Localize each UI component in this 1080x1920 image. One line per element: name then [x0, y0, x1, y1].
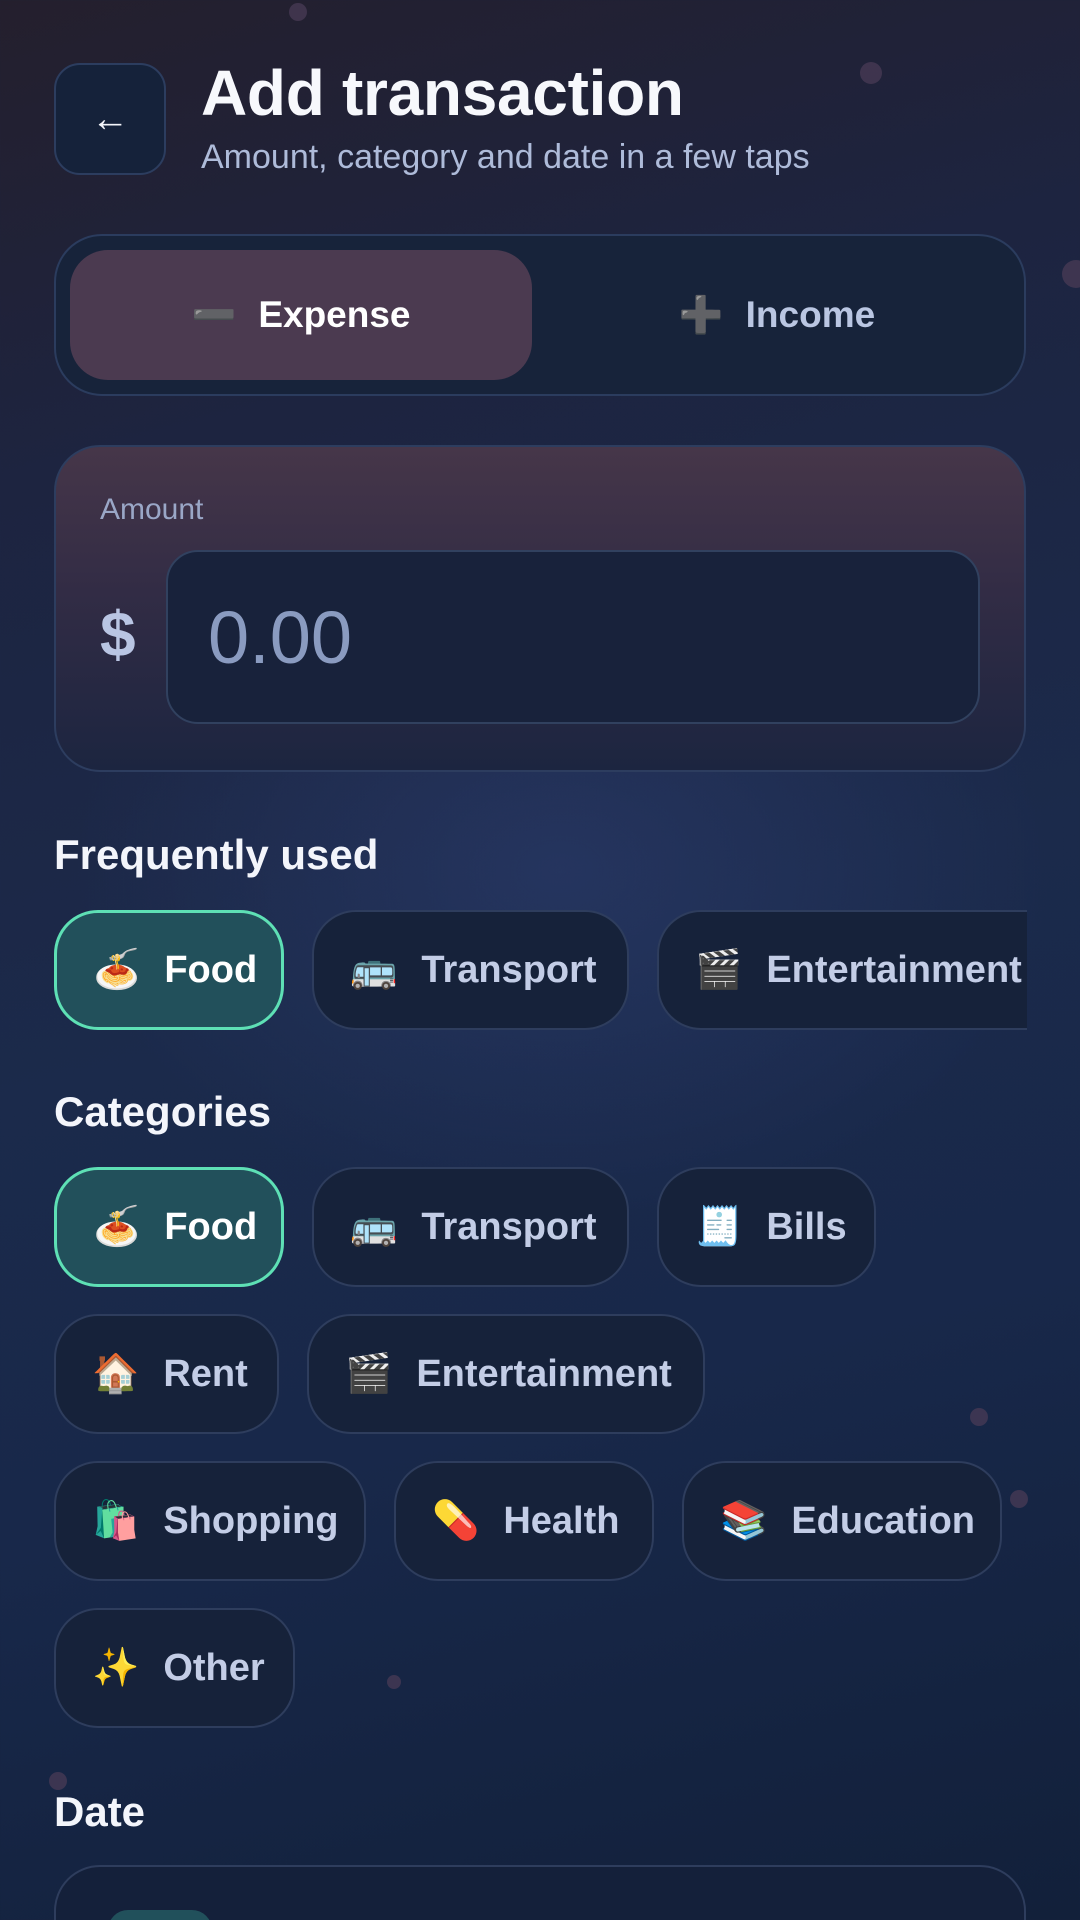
- spaghetti-icon: 🍝: [93, 1206, 141, 1248]
- category-entertainment[interactable]: 🎬 Entertainment: [307, 1314, 705, 1434]
- decorative-dot: [387, 1675, 401, 1689]
- chip-label: Education: [791, 1499, 976, 1542]
- frequently-used-title: Frequently used: [54, 831, 379, 878]
- chip-label: Rent: [163, 1352, 248, 1395]
- chip-label: Transport: [421, 948, 597, 991]
- back-arrow-icon: ←: [91, 97, 129, 140]
- category-bills[interactable]: 🧾 Bills: [657, 1167, 876, 1287]
- amount-input[interactable]: 0.00: [166, 550, 980, 724]
- chip-label: Entertainment: [416, 1352, 672, 1395]
- frequently-used-row: 🍝 Food 🚌 Transport 🎬 Entertainment: [0, 905, 1027, 1035]
- expense-tab[interactable]: ➖ Expense: [70, 250, 532, 380]
- decorative-dot: [289, 3, 307, 21]
- bus-icon: 🚌: [350, 949, 398, 991]
- decorative-dot: [1010, 1490, 1028, 1508]
- chip-food[interactable]: 🍝 Food: [54, 910, 284, 1030]
- category-health[interactable]: 💊 Health: [394, 1461, 654, 1581]
- books-icon: 📚: [720, 1500, 768, 1542]
- currency-symbol: $: [100, 598, 136, 670]
- amount-label: Amount: [100, 493, 204, 526]
- receipt-icon: 🧾: [695, 1206, 743, 1248]
- chip-label: Transport: [421, 1205, 597, 1248]
- category-education[interactable]: 📚 Education: [682, 1461, 1002, 1581]
- transaction-type-toggle: ➖ Expense ➕ Income: [54, 234, 1026, 396]
- income-tab-label: Income: [745, 294, 876, 335]
- chip-label: Entertainment: [766, 948, 1022, 991]
- bus-icon: 🚌: [350, 1206, 398, 1248]
- plus-icon: ➕: [678, 294, 724, 335]
- chip-label: Shopping: [163, 1499, 339, 1542]
- minus-icon: ➖: [191, 294, 237, 335]
- category-shopping[interactable]: 🛍️ Shopping: [54, 1461, 366, 1581]
- chip-label: Food: [164, 1205, 258, 1248]
- category-rent[interactable]: 🏠 Rent: [54, 1314, 279, 1434]
- back-button[interactable]: ←: [54, 63, 166, 175]
- date-selected-pill[interactable]: [108, 1910, 212, 1920]
- page-title: Add transaction: [201, 57, 684, 129]
- page-subtitle: Amount, category and date in a few taps: [201, 138, 810, 176]
- chip-entertainment[interactable]: 🎬 Entertainment: [657, 910, 1027, 1030]
- house-icon: 🏠: [92, 1353, 140, 1395]
- chip-transport[interactable]: 🚌 Transport: [312, 910, 629, 1030]
- decorative-dot: [970, 1408, 988, 1426]
- clapperboard-icon: 🎬: [695, 949, 743, 991]
- categories-title: Categories: [54, 1088, 272, 1135]
- pill-icon: 💊: [432, 1500, 480, 1542]
- sparkles-icon: ✨: [92, 1647, 140, 1689]
- spaghetti-icon: 🍝: [93, 949, 141, 991]
- expense-tab-label: Expense: [258, 294, 411, 335]
- clapperboard-icon: 🎬: [345, 1353, 393, 1395]
- chip-label: Health: [503, 1499, 620, 1542]
- chip-label: Bills: [766, 1205, 847, 1248]
- category-other[interactable]: ✨ Other: [54, 1608, 295, 1728]
- decorative-dot: [860, 62, 882, 84]
- income-tab[interactable]: ➕ Income: [546, 250, 1008, 380]
- decorative-dot: [1062, 260, 1080, 288]
- shopping-bags-icon: 🛍️: [92, 1500, 140, 1542]
- date-title: Date: [54, 1788, 146, 1835]
- category-transport[interactable]: 🚌 Transport: [312, 1167, 629, 1287]
- chip-label: Other: [163, 1646, 265, 1689]
- chip-label: Food: [164, 948, 258, 991]
- category-food[interactable]: 🍝 Food: [54, 1167, 284, 1287]
